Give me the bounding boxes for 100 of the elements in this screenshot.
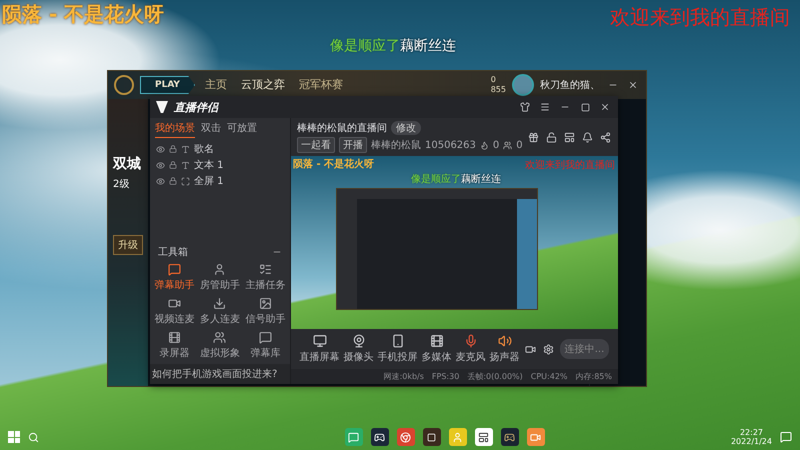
flame-icon xyxy=(480,140,489,150)
bell-icon[interactable] xyxy=(580,130,595,144)
event-title: 双城 xyxy=(113,155,141,173)
scene-tab[interactable]: 可放置 xyxy=(227,121,257,138)
text-icon xyxy=(181,144,190,154)
category-tag[interactable]: 一起看 xyxy=(297,137,335,153)
play-button[interactable]: PLAY xyxy=(140,76,195,94)
tool-button[interactable]: 视频连麦 xyxy=(152,297,198,326)
status-text: FPS:30 xyxy=(432,372,460,381)
source-item[interactable]: 歌名 xyxy=(194,142,214,156)
tool-button[interactable]: 弹幕助手 xyxy=(152,263,198,292)
eye-icon[interactable] xyxy=(156,160,165,170)
status-text: 内存:85% xyxy=(576,371,612,382)
room-id: 10506263 xyxy=(425,140,476,150)
eye-icon[interactable] xyxy=(156,144,165,154)
app-icon[interactable] xyxy=(474,428,493,446)
eye-icon[interactable] xyxy=(156,176,165,186)
status-text: 丢帧:0(0.00%) xyxy=(467,371,523,382)
scene-tab[interactable]: 双击 xyxy=(201,121,221,138)
download-icon xyxy=(213,297,226,310)
source-button[interactable]: 麦克风 xyxy=(456,334,486,364)
welcome-text: 欢迎来到我的直播间 xyxy=(610,4,790,31)
tool-button[interactable]: 多人连麦 xyxy=(197,297,243,326)
film-icon xyxy=(168,331,182,344)
chat-icon xyxy=(168,263,182,276)
settings-icon[interactable] xyxy=(542,342,556,356)
phone-icon xyxy=(390,334,405,348)
logo-icon xyxy=(156,101,168,113)
lock-icon[interactable] xyxy=(169,145,177,153)
gamepad-app-icon[interactable] xyxy=(370,428,389,446)
chat-icon xyxy=(258,331,272,344)
summoner-name: 秋刀鱼的猫、 xyxy=(540,78,600,92)
toolbox-title: 工具箱 xyxy=(158,246,188,259)
search-icon[interactable] xyxy=(28,432,39,442)
person-icon xyxy=(213,263,226,276)
help-tip[interactable]: 如何把手机游戏画面投进来? xyxy=(150,364,290,384)
image-icon xyxy=(258,297,272,310)
tool-button[interactable]: 主播任务 xyxy=(242,263,288,292)
tool-button[interactable]: 弹幕库 xyxy=(242,331,288,360)
notification-icon[interactable] xyxy=(780,431,792,443)
source-item[interactable]: 文本 1 xyxy=(194,158,224,172)
source-button[interactable]: 直播屏幕 xyxy=(300,334,340,364)
source-button[interactable]: 多媒体 xyxy=(422,334,452,364)
nickname: 棒棒的松鼠 xyxy=(371,138,421,152)
people-icon xyxy=(213,331,226,344)
layout-icon[interactable] xyxy=(562,130,577,144)
nav-tab[interactable]: 主页 xyxy=(200,72,231,98)
lock-icon[interactable] xyxy=(169,161,177,169)
source-button[interactable]: 手机投屏 xyxy=(378,334,418,364)
lyric-text: 藕断丝连 xyxy=(461,172,501,186)
category-tag[interactable]: 开播 xyxy=(339,137,367,153)
people-icon xyxy=(503,140,512,150)
shirt-icon[interactable] xyxy=(518,100,532,114)
song-title: 陨落 - 不是花火呀 xyxy=(293,158,374,171)
webcam-icon xyxy=(352,334,366,348)
windows-start-icon[interactable] xyxy=(8,431,20,443)
rp-count: 855 xyxy=(490,85,506,95)
lock-icon[interactable] xyxy=(169,177,177,185)
unlock-icon[interactable] xyxy=(544,130,559,144)
scene-tab[interactable]: 我的场景 xyxy=(155,121,195,138)
chat-app-icon[interactable] xyxy=(344,428,363,446)
room-title: 棒棒的松鼠的直播间 xyxy=(297,122,387,135)
monitor-icon xyxy=(312,334,327,348)
game-app-icon[interactable] xyxy=(500,428,519,446)
fan-count: 0 xyxy=(516,140,523,150)
tool-button[interactable]: 虚拟形象 xyxy=(197,331,243,360)
speaker-icon xyxy=(498,334,512,348)
song-title: 陨落 - 不是花火呀 xyxy=(2,1,164,28)
film-icon xyxy=(430,334,444,348)
edit-button[interactable]: 修改 xyxy=(391,121,421,135)
status-text: 网速:0kb/s xyxy=(384,371,424,382)
welcome-text: 欢迎来到我的直播间 xyxy=(525,158,615,172)
essence-count: 0 xyxy=(490,75,497,85)
status-text: CPU:42% xyxy=(530,372,568,381)
video-icon xyxy=(168,297,182,310)
tool-button[interactable]: 房管助手 xyxy=(197,263,243,292)
source-item[interactable]: 全屏 1 xyxy=(194,174,224,188)
app-icon[interactable] xyxy=(422,428,441,446)
nav-tab[interactable]: 冠军杯赛 xyxy=(294,72,347,98)
lyric-sung: 像是顺应了 xyxy=(411,172,461,186)
upgrade-button[interactable]: 升级 xyxy=(113,235,143,255)
text-icon xyxy=(181,160,190,170)
streaming-app-icon[interactable] xyxy=(526,428,545,446)
share-icon[interactable] xyxy=(598,130,613,144)
level-text: 2级 xyxy=(113,178,130,191)
browser-icon[interactable] xyxy=(396,428,415,446)
source-button[interactable]: 扬声器 xyxy=(490,334,520,364)
avatar xyxy=(512,74,534,96)
lyric-text: 藕断丝连 xyxy=(400,37,456,55)
tool-button[interactable]: 录屏器 xyxy=(152,331,198,360)
tool-button[interactable]: 信号助手 xyxy=(242,297,288,326)
hot-count: 0 xyxy=(492,140,500,150)
gift-icon[interactable] xyxy=(526,130,541,144)
source-button[interactable]: 摄像头 xyxy=(344,334,374,364)
checklist-icon xyxy=(258,263,272,276)
lyric-sung: 像是顺应了 xyxy=(330,37,400,55)
logo-icon xyxy=(114,75,134,95)
app-title: 直播伴侣 xyxy=(174,100,218,114)
clock[interactable]: 22:27 2022/1/24 xyxy=(730,428,772,446)
frame-icon xyxy=(181,176,190,186)
